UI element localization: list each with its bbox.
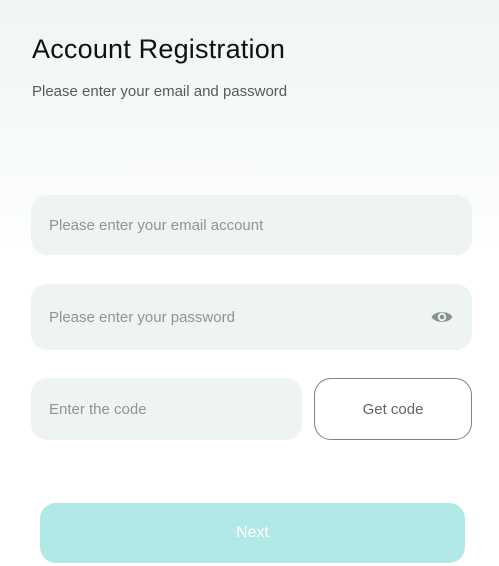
page-title: Account Registration	[32, 34, 286, 64]
email-input[interactable]	[49, 195, 449, 255]
page-subtitle: Please enter your email and password	[32, 83, 288, 100]
password-field[interactable]	[31, 284, 472, 350]
email-field[interactable]	[31, 195, 472, 255]
password-input[interactable]	[49, 284, 419, 350]
verification-code-field[interactable]	[31, 378, 302, 440]
get-code-button[interactable]: Get code	[314, 378, 472, 440]
verification-code-input[interactable]	[49, 378, 289, 440]
next-button[interactable]: Next	[40, 503, 465, 563]
eye-icon[interactable]	[430, 307, 454, 327]
